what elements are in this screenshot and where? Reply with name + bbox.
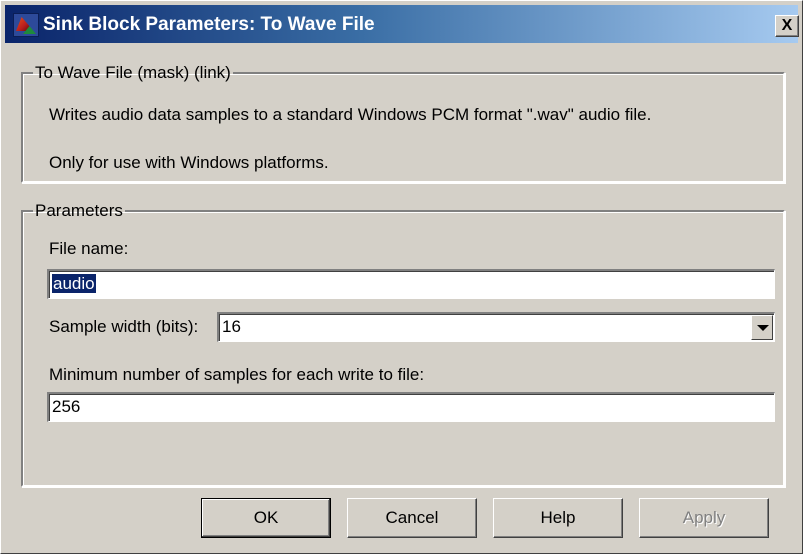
cancel-button[interactable]: Cancel: [347, 498, 477, 538]
file-name-label: File name:: [49, 239, 129, 258]
file-name-input[interactable]: audio: [47, 269, 775, 299]
platform-note-text: Only for use with Windows platforms.: [49, 153, 329, 172]
min-samples-input[interactable]: 256: [47, 392, 775, 422]
sample-width-select[interactable]: 16: [217, 312, 775, 342]
matlab-logo-icon[interactable]: [13, 13, 39, 37]
window-title: Sink Block Parameters: To Wave File: [43, 14, 375, 35]
mask-group-legend: To Wave File (mask) (link): [35, 63, 231, 82]
close-icon: X: [781, 17, 793, 34]
sample-width-label: Sample width (bits):: [49, 317, 199, 336]
chevron-down-icon[interactable]: [751, 315, 773, 340]
dialog-window: Sink Block Parameters: To Wave File X To…: [0, 0, 803, 554]
help-button[interactable]: Help: [493, 498, 623, 538]
sample-width-value: 16: [222, 317, 241, 336]
parameters-group-legend: Parameters: [35, 201, 123, 220]
title-bar[interactable]: Sink Block Parameters: To Wave File X: [5, 5, 799, 43]
mask-description-group: To Wave File (mask) (link) Writes audio …: [21, 63, 785, 183]
min-samples-value: 256: [52, 397, 81, 416]
description-text: Writes audio data samples to a standard …: [49, 105, 652, 124]
ok-button[interactable]: OK: [201, 498, 331, 538]
file-name-value: audio: [52, 274, 96, 293]
close-button[interactable]: X: [775, 15, 799, 37]
apply-button[interactable]: Apply: [639, 498, 769, 538]
parameters-group: Parameters: [21, 201, 785, 487]
min-samples-label: Minimum number of samples for each write…: [49, 365, 425, 384]
